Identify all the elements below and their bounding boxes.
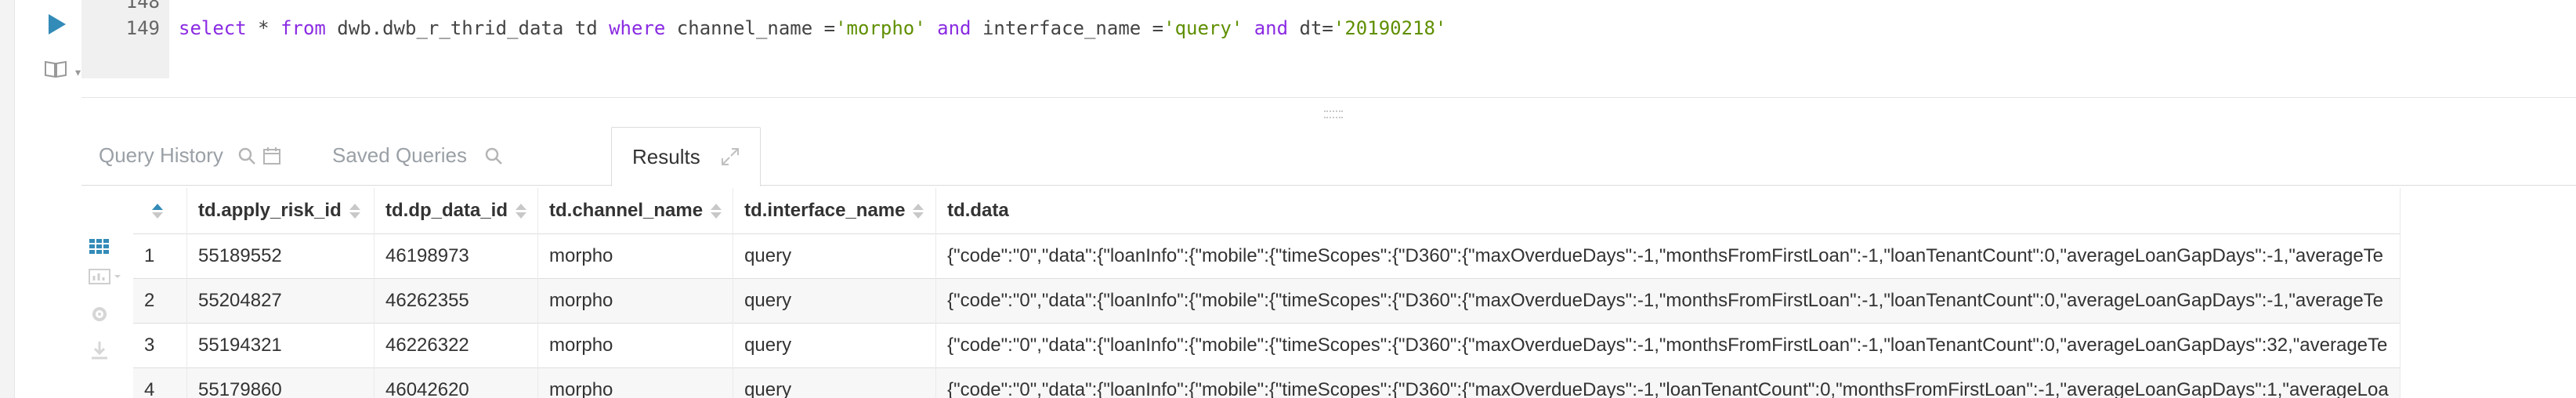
table-cell[interactable]: 46198973 <box>374 233 539 279</box>
string-literal: '20190218' <box>1333 17 1447 39</box>
table-cell[interactable]: {"code":"0","data":{"loanInfo":{"mobile"… <box>935 233 2401 279</box>
table-cell[interactable]: 46262355 <box>374 278 539 324</box>
column-header[interactable]: td.dp_data_id <box>374 188 539 234</box>
sort-icon[interactable] <box>711 204 722 219</box>
editor-divider <box>81 97 2576 98</box>
table-row[interactable]: 4 55179860 46042620 morpho query {"code"… <box>133 367 2401 398</box>
column-header-label: td.data <box>947 200 1009 221</box>
result-tabs: Query History Saved Queries Results <box>81 127 2576 186</box>
editor-toolbar: ▾ <box>14 0 81 398</box>
column-header-label: td.channel_name <box>549 200 704 221</box>
table-row[interactable]: 1 55189552 46198973 morpho query {"code"… <box>133 233 2401 279</box>
table-cell[interactable]: 46226322 <box>374 323 539 368</box>
table-cell[interactable]: 55204827 <box>186 278 374 324</box>
string-literal: 'query' <box>1163 17 1243 39</box>
sort-icon[interactable] <box>349 204 360 219</box>
resize-handle[interactable] <box>1324 110 1343 118</box>
play-icon[interactable] <box>49 14 66 34</box>
tab-label: Query History <box>99 143 223 167</box>
keyword: select <box>179 17 247 39</box>
keyword: and <box>925 17 982 39</box>
table-header-row: td.apply_risk_id td.dp_data_id td.channe… <box>133 188 2401 234</box>
tab-label: Results <box>632 144 700 168</box>
tab-saved-queries[interactable]: Saved Queries <box>332 127 503 184</box>
keyword: and <box>1243 17 1300 39</box>
table-cell[interactable]: 46042620 <box>374 367 539 398</box>
sql-code-line[interactable]: select * from dwb.dwb_r_thrid_data td wh… <box>179 17 1446 39</box>
keyword: where <box>609 17 666 39</box>
search-icon[interactable] <box>484 147 503 165</box>
table-row[interactable]: 3 55194321 46226322 morpho query {"code"… <box>133 323 2401 368</box>
chart-icon[interactable] <box>88 266 122 287</box>
table-cell[interactable]: morpho <box>537 233 734 279</box>
line-number: 149 <box>125 17 160 39</box>
tab-results[interactable]: Results <box>611 127 761 186</box>
table-cell[interactable]: {"code":"0","data":{"loanInfo":{"mobile"… <box>935 367 2401 398</box>
results-table: td.apply_risk_id td.dp_data_id td.channe… <box>133 188 2576 398</box>
string-literal: 'morpho' <box>835 17 926 39</box>
line-number: 148 <box>125 0 160 13</box>
chevron-down-icon[interactable]: ▾ <box>75 66 81 79</box>
row-number: 3 <box>133 323 187 368</box>
table-cell[interactable]: query <box>733 278 937 324</box>
column-header[interactable]: td.channel_name <box>537 188 734 234</box>
results-area: td.apply_risk_id td.dp_data_id td.channe… <box>81 188 2576 398</box>
row-number: 4 <box>133 367 187 398</box>
code-text: dwb.dwb_r_thrid_data td <box>325 17 610 39</box>
code-text: dt= <box>1299 17 1333 39</box>
column-header[interactable]: td.interface_name <box>733 188 937 234</box>
sort-icon[interactable] <box>152 204 163 219</box>
column-header-label: td.dp_data_id <box>385 200 508 221</box>
table-cell[interactable]: {"code":"0","data":{"loanInfo":{"mobile"… <box>935 278 2401 324</box>
table-cell[interactable]: query <box>733 233 937 279</box>
table-cell[interactable]: query <box>733 367 937 398</box>
download-icon[interactable] <box>88 340 111 360</box>
sort-icon[interactable] <box>516 204 527 219</box>
column-header[interactable]: td.data <box>935 188 2401 234</box>
table-cell[interactable]: 55189552 <box>186 233 374 279</box>
column-header[interactable]: td.apply_risk_id <box>186 188 374 234</box>
table-cell[interactable]: {"code":"0","data":{"loanInfo":{"mobile"… <box>935 323 2401 368</box>
tab-query-history[interactable]: Query History <box>99 127 281 184</box>
calendar-icon[interactable] <box>262 147 281 165</box>
line-number-gutter: 148 149 <box>81 0 169 78</box>
column-header-label: td.apply_risk_id <box>198 200 342 221</box>
table-row[interactable]: 2 55204827 46262355 morpho query {"code"… <box>133 278 2401 324</box>
column-header-label: td.interface_name <box>744 200 906 221</box>
search-icon[interactable] <box>237 147 256 165</box>
table-cell[interactable]: morpho <box>537 278 734 324</box>
table-cell[interactable]: morpho <box>537 323 734 368</box>
table-cell[interactable]: morpho <box>537 367 734 398</box>
code-text: * <box>246 17 281 39</box>
row-number-header[interactable] <box>133 188 187 234</box>
table-cell[interactable]: query <box>733 323 937 368</box>
code-text: channel_name = <box>665 17 836 39</box>
keyword: from <box>280 17 326 39</box>
expand-icon[interactable] <box>721 147 740 166</box>
row-number: 2 <box>133 278 187 324</box>
left-panel-strip <box>0 0 15 398</box>
table-cell[interactable]: 55194321 <box>186 323 374 368</box>
book-icon[interactable] <box>44 60 67 78</box>
code-text: interface_name = <box>982 17 1164 39</box>
tab-label: Saved Queries <box>332 143 467 167</box>
results-sidebar <box>81 188 132 398</box>
table-cell[interactable]: 55179860 <box>186 367 374 398</box>
sort-icon[interactable] <box>913 204 924 219</box>
sql-editor[interactable]: 148 149 select * from dwb.dwb_r_thrid_da… <box>81 0 2576 78</box>
row-number: 1 <box>133 233 187 279</box>
gear-icon[interactable] <box>88 304 111 324</box>
grid-icon[interactable] <box>88 237 111 257</box>
